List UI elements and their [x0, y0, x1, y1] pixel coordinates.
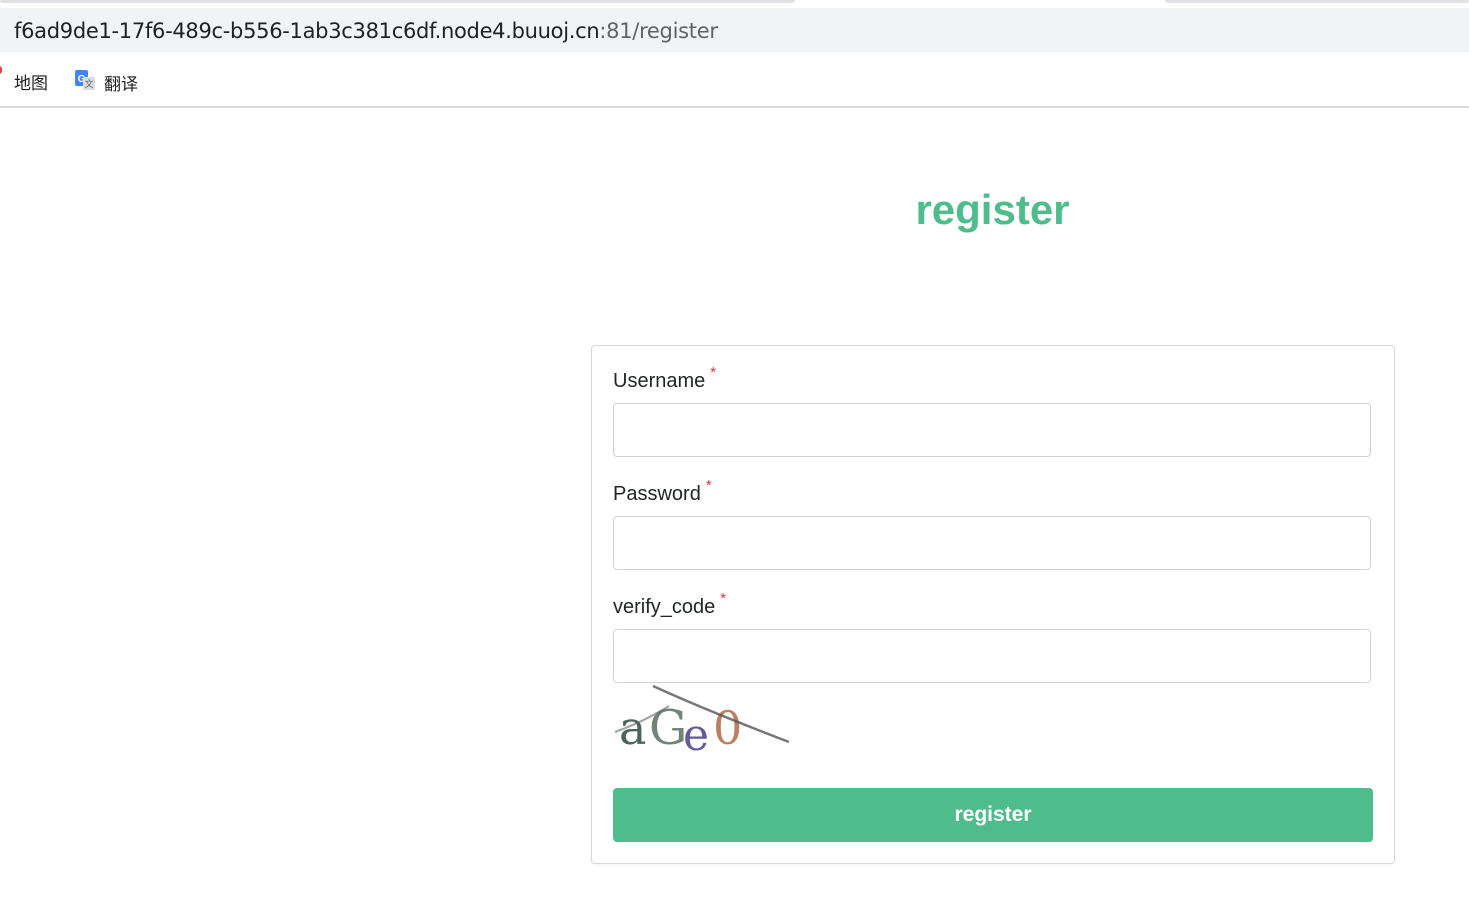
tab-strip	[0, 0, 1469, 8]
google-translate-icon: G 文	[74, 69, 96, 96]
captcha-char: G	[649, 700, 687, 754]
username-input[interactable]	[613, 403, 1371, 457]
bookmark-label: 地图	[14, 74, 48, 94]
username-label-text: Username	[613, 370, 706, 392]
required-mark: *	[705, 477, 712, 494]
verify-code-label-text: verify_code	[613, 596, 716, 618]
verify-code-label: verify_code *	[613, 590, 726, 619]
password-label-text: Password	[613, 483, 701, 505]
svg-text:文: 文	[84, 78, 93, 90]
url-host: f6ad9de1-17f6-489c-b556-1ab3c381c6df.nod…	[14, 19, 600, 43]
register-form: Username * Password * verify_code * a G e 0…	[591, 345, 1395, 864]
captcha-char: 0	[713, 701, 742, 754]
url-text[interactable]: f6ad9de1-17f6-489c-b556-1ab3c381c6df.nod…	[14, 19, 718, 43]
verify-code-input[interactable]	[613, 629, 1371, 683]
bookmark-label: 翻译	[104, 75, 138, 95]
address-bar[interactable]: f6ad9de1-17f6-489c-b556-1ab3c381c6df.nod…	[0, 8, 1469, 52]
bookmark-map[interactable]: 地图	[14, 69, 48, 94]
captcha-char: a	[619, 701, 646, 754]
password-input[interactable]	[613, 516, 1371, 570]
tab-inactive[interactable]	[1165, 0, 1469, 3]
register-button[interactable]: register	[613, 788, 1373, 842]
page-title: register	[915, 186, 1070, 233]
tab-inactive[interactable]	[0, 0, 795, 3]
captcha-image[interactable]: a G e 0 aGe0	[613, 684, 791, 761]
bookmark-translate[interactable]: G 文 翻译	[74, 69, 138, 96]
map-pin-icon	[0, 66, 2, 74]
bookmarks-bar: 地图 G 文 翻译	[0, 52, 1469, 108]
required-mark: *	[710, 364, 717, 381]
username-label: Username *	[613, 364, 716, 393]
password-label: Password *	[613, 477, 712, 506]
captcha-char: e	[683, 710, 709, 754]
required-mark: *	[720, 590, 727, 607]
url-path: :81/register	[599, 19, 718, 43]
